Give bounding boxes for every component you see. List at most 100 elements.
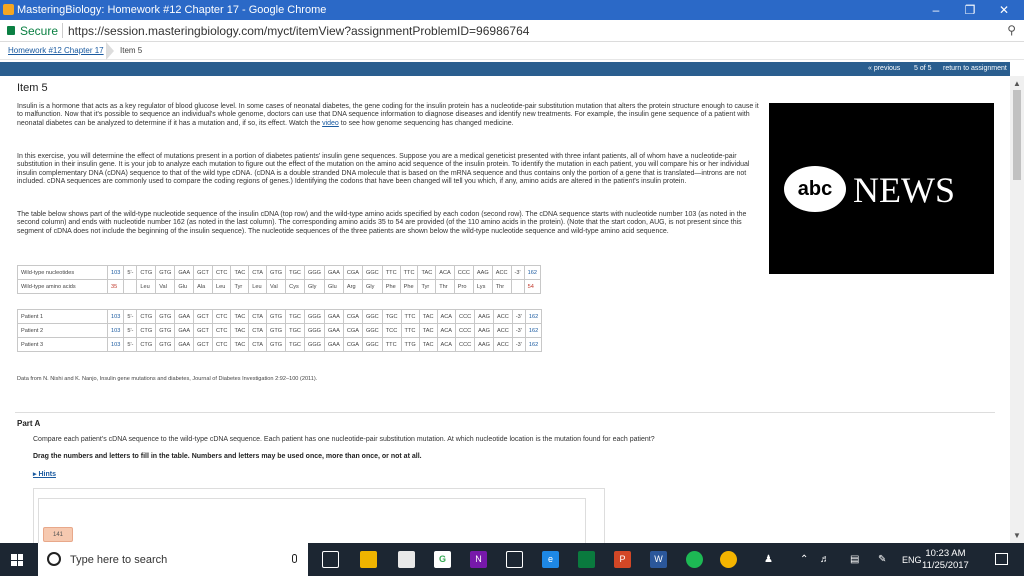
language-indicator[interactable]: ENG — [902, 555, 922, 565]
part-a-title: Part A — [17, 419, 41, 428]
powerpoint-icon[interactable]: P — [614, 551, 631, 568]
five-prime-end: 5'- — [123, 265, 138, 280]
volume-icon[interactable]: ♬ — [820, 554, 830, 565]
codon-cell: TGC — [285, 309, 305, 324]
drag-label-chip[interactable]: 141 — [43, 527, 73, 542]
scroll-down-icon[interactable]: ▼ — [1013, 531, 1021, 540]
vertical-scrollbar[interactable]: ▲ ▼ — [1010, 76, 1024, 543]
codon-cell: CGA — [342, 265, 363, 280]
onenote-icon[interactable]: N — [470, 551, 487, 568]
taskbar-search[interactable]: Type here to search — [38, 543, 308, 576]
patient-row: Patient 2 103 5'- CTG GTG GAA GCT CTC TAC CTA GTG T… — [17, 323, 543, 338]
codon-cell: AAG — [474, 323, 494, 338]
cortana-icon — [47, 552, 61, 566]
amino-acid-cell: Arg — [342, 279, 363, 294]
row-label: Wild-type amino acids — [17, 279, 108, 294]
amino-acid-cell: Val — [155, 279, 176, 294]
row-label: Wild-type nucleotides — [17, 265, 108, 280]
zoom-icon[interactable]: ⚲ — [1007, 23, 1016, 37]
pen-icon[interactable]: ✎ — [878, 554, 886, 565]
codon-cell: GTG — [155, 265, 176, 280]
restore-button[interactable]: ❐ — [953, 0, 987, 20]
codon-cell: TGC — [285, 323, 305, 338]
close-button[interactable]: ✕ — [987, 0, 1021, 20]
taskbar-clock[interactable]: 10:23 AM 11/25/2017 — [922, 548, 969, 572]
tray-chevron-icon[interactable]: ⌃ — [800, 554, 808, 565]
file-explorer-icon[interactable] — [360, 551, 377, 568]
codon-cell: GGC — [361, 265, 383, 280]
store-icon[interactable] — [398, 551, 415, 568]
previous-link[interactable]: « previous — [868, 65, 900, 72]
codon-cell: GAA — [324, 309, 344, 324]
codon-cell: GAA — [174, 309, 195, 324]
codon-cell: TAC — [417, 265, 437, 280]
end-number: 162 — [524, 337, 543, 352]
breadcrumb-assignment-link[interactable]: Homework #12 Chapter 17 — [8, 46, 104, 55]
video-player[interactable]: abc NEWS — [769, 103, 994, 274]
codon-cell: ACA — [436, 309, 457, 324]
hints-link[interactable]: ▸ Hints — [33, 470, 56, 478]
google-icon[interactable]: G — [434, 551, 451, 568]
amino-acid-cell: Phe — [381, 279, 401, 294]
mail-icon[interactable] — [506, 551, 523, 568]
patient-row: Patient 1 103 5'- CTG GTG GAA GCT CTC TAC CTA GTG T… — [17, 309, 543, 324]
scroll-thumb[interactable] — [1013, 90, 1021, 180]
amino-acid-cell: Leu — [211, 279, 232, 294]
codon-cell: CGA — [342, 323, 363, 338]
divider — [15, 412, 995, 413]
codon-cell: GGG — [303, 323, 326, 338]
codon-cell: TTC — [399, 265, 419, 280]
chrome-icon[interactable] — [720, 551, 737, 568]
hints-label[interactable]: Hints — [38, 471, 56, 478]
return-to-assignment-link[interactable]: return to assignment — [943, 65, 1007, 72]
mastering-app-icon — [3, 4, 14, 15]
search-placeholder[interactable]: Type here to search — [70, 554, 167, 566]
codon-cell: ACC — [492, 309, 513, 324]
scroll-up-icon[interactable]: ▲ — [1013, 79, 1021, 88]
spotify-icon[interactable] — [686, 551, 703, 568]
codon-cell: CTC — [211, 323, 232, 338]
spacer-cell — [510, 279, 525, 294]
word-icon[interactable]: W — [650, 551, 667, 568]
codon-cell: GAA — [174, 323, 195, 338]
five-prime-end: 5'- — [123, 337, 138, 352]
url-text[interactable]: https://session.masteringbiology.com/myc… — [68, 24, 529, 38]
five-prime-end: 5'- — [123, 323, 138, 338]
codon-cell: GCT — [193, 265, 213, 280]
codon-cell: CTA — [248, 337, 268, 352]
codon-cell: GCT — [193, 337, 213, 352]
app-icon[interactable] — [578, 551, 595, 568]
breadcrumb: Homework #12 Chapter 17 Item 5 — [0, 42, 1024, 60]
amino-acid-cell: Val — [266, 279, 287, 294]
codon-cell: TTG — [400, 337, 420, 352]
amino-acid-cell: Glu — [174, 279, 195, 294]
codon-cell: ACA — [436, 337, 457, 352]
window-title: MasteringBiology: Homework #12 Chapter 1… — [17, 4, 327, 16]
task-view-icon[interactable] — [322, 551, 339, 568]
breadcrumb-arrow-icon — [106, 42, 114, 60]
codon-cell: CCC — [455, 337, 476, 352]
item-title: Item 5 — [17, 82, 48, 94]
start-number: 103 — [106, 265, 125, 280]
people-icon[interactable]: ♟ — [764, 554, 773, 565]
end-number: 162 — [524, 309, 543, 324]
mic-icon[interactable] — [292, 554, 297, 563]
address-bar[interactable]: Secure https://session.masteringbiology.… — [0, 20, 1024, 42]
notification-icon[interactable] — [995, 553, 1008, 565]
edge-icon[interactable]: e — [542, 551, 559, 568]
codon-cell: GAA — [174, 337, 195, 352]
address-separator — [62, 23, 63, 38]
drag-drop-panel — [38, 498, 586, 543]
news-logo-text: NEWS — [853, 170, 955, 210]
network-icon[interactable]: ▤ — [850, 554, 859, 565]
codon-cell: CTC — [211, 265, 232, 280]
codon-cell: GAA — [324, 337, 344, 352]
exercise-paragraph: In this exercise, you will determine the… — [17, 153, 750, 186]
video-link[interactable]: video — [322, 120, 339, 127]
item-nav-bar: « previous 5 of 5 return to assignment — [0, 62, 1010, 76]
wild-type-table: Wild-type nucleotides 103 5'- CTG GTG GAA GCT C… — [17, 265, 541, 294]
windows-start-icon[interactable] — [11, 554, 23, 566]
codon-cell: CTA — [248, 309, 268, 324]
table-description-paragraph: The table below shows part of the wild-t… — [17, 211, 747, 235]
minimize-button[interactable]: – — [919, 0, 953, 20]
